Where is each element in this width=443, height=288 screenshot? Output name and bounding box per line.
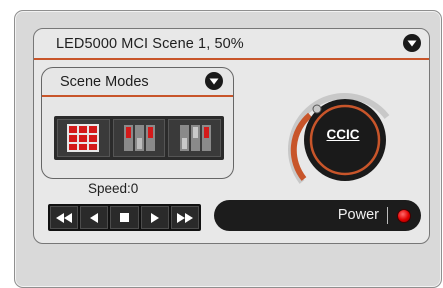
power-separator (387, 207, 388, 224)
play-reverse-icon (90, 212, 99, 223)
device-title: LED5000 MCI Scene 1, 50% (56, 36, 244, 52)
rewind-button[interactable] (50, 206, 79, 229)
ccic-knob[interactable] (282, 87, 402, 197)
scene-mode-button-1[interactable] (57, 119, 110, 157)
scene-modes-header: Scene Modes (42, 68, 233, 97)
power-control[interactable]: Power (214, 200, 421, 231)
fast-forward-icon (176, 212, 193, 223)
power-led-icon[interactable] (397, 209, 411, 223)
scene-modes-label: Scene Modes (60, 74, 149, 90)
stop-icon (120, 213, 129, 222)
power-label: Power (337, 207, 379, 223)
bars-grey-icon (179, 125, 211, 151)
rewind-icon (56, 212, 73, 223)
play-button[interactable] (140, 206, 169, 229)
fast-forward-button[interactable] (170, 206, 200, 229)
grid-red-icon (67, 124, 100, 152)
speed-label: Speed:0 (88, 181, 139, 196)
card-header: LED5000 MCI Scene 1, 50% (34, 29, 429, 60)
ccic-label[interactable]: CCIC (316, 127, 370, 142)
chevron-down-icon[interactable] (403, 34, 421, 52)
knob-indicator (312, 104, 322, 114)
chevron-down-icon[interactable] (205, 72, 223, 90)
stop-button[interactable] (110, 206, 139, 229)
play-icon (150, 212, 159, 223)
scene-mode-button-3[interactable] (168, 119, 222, 157)
scene-mode-button-2[interactable] (112, 119, 166, 157)
scene-mode-buttons (54, 116, 224, 160)
bars-red-icon (124, 125, 155, 151)
transport-controls (48, 204, 201, 231)
previous-button[interactable] (80, 206, 109, 229)
